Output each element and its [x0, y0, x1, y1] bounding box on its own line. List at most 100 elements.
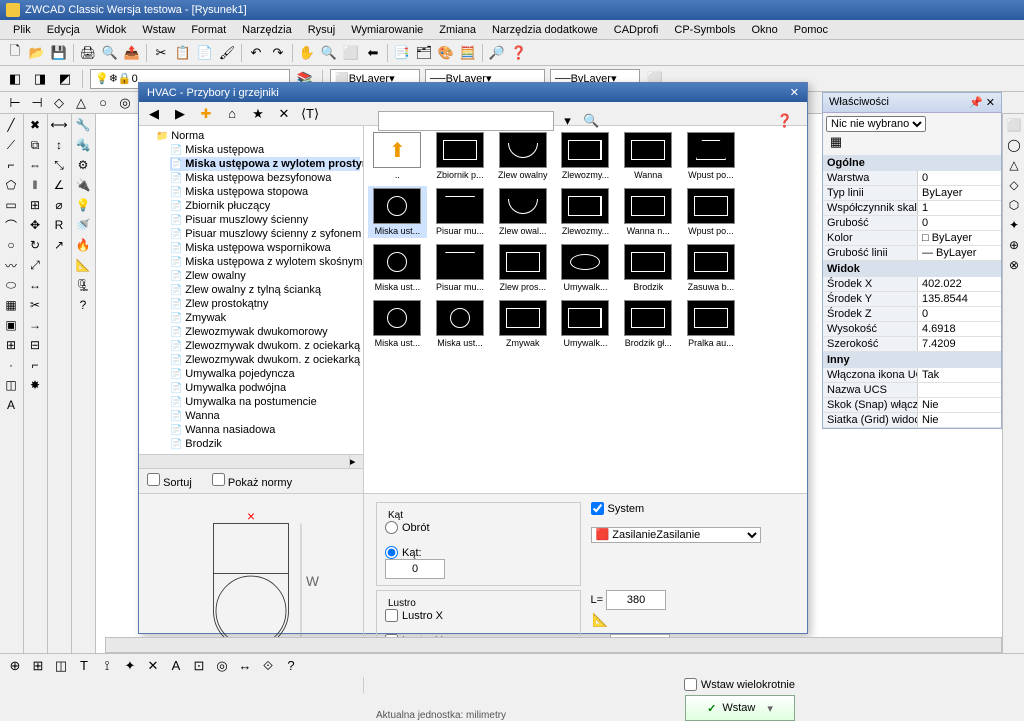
search-icon[interactable]: 🔍: [582, 111, 602, 131]
selection-dropdown[interactable]: Nic nie wybrano: [826, 116, 926, 132]
tree-item[interactable]: Zmywak: [170, 311, 360, 325]
spline-icon[interactable]: 〰: [2, 256, 20, 274]
tool-icon[interactable]: △: [1005, 156, 1023, 174]
property-row[interactable]: Skok (Snap) włączonyNie: [823, 398, 1001, 413]
text-icon[interactable]: ⟨T⟩: [300, 104, 320, 124]
tree-item[interactable]: Zlew prostokątny: [170, 297, 360, 311]
tree-item[interactable]: Zbiornik płuczący: [170, 199, 360, 213]
menu-item[interactable]: Widok: [88, 22, 135, 38]
menu-item[interactable]: Wymiarowanie: [343, 22, 431, 38]
thumbnail-item[interactable]: Miska ust...: [368, 242, 427, 294]
stretch-icon[interactable]: ↔: [26, 276, 44, 294]
pan-icon[interactable]: ✋: [297, 43, 317, 63]
dim-icon[interactable]: ⌀: [50, 196, 68, 214]
tree-item[interactable]: Zlewozmywak dwukomorowy: [170, 325, 360, 339]
save-icon[interactable]: 💾: [49, 43, 69, 63]
erase-icon[interactable]: ✖: [26, 116, 44, 134]
angle-input[interactable]: [385, 559, 445, 579]
mirror-icon[interactable]: ⇔: [26, 156, 44, 174]
pick-icon[interactable]: 📐: [591, 610, 611, 630]
break-icon[interactable]: ⊟: [26, 336, 44, 354]
tree-item[interactable]: Zlew owalny: [170, 269, 360, 283]
snap-icon[interactable]: ◇: [49, 93, 69, 113]
favorite-icon[interactable]: ★: [248, 104, 268, 124]
hatch-icon[interactable]: ▦: [2, 296, 20, 314]
point-icon[interactable]: ·: [2, 356, 20, 374]
property-row[interactable]: Typ liniiByLayer: [823, 186, 1001, 201]
cut-icon[interactable]: ✂: [151, 43, 171, 63]
layer-icon[interactable]: ◩: [55, 69, 75, 89]
dim-icon[interactable]: ⟷: [50, 116, 68, 134]
tool-icon[interactable]: ⬜: [1005, 116, 1023, 134]
status-icon[interactable]: ⊕: [5, 656, 25, 676]
property-row[interactable]: Środek X402.022: [823, 277, 1001, 292]
dim-icon[interactable]: ⤡: [50, 156, 68, 174]
polygon-icon[interactable]: ⬠: [2, 176, 20, 194]
menu-item[interactable]: Plik: [5, 22, 39, 38]
dim-icon[interactable]: ∠: [50, 176, 68, 194]
tree-folder[interactable]: Norma: [156, 129, 360, 143]
property-row[interactable]: Wysokość4.6918: [823, 322, 1001, 337]
thumbnail-item[interactable]: Wpust po...: [682, 186, 741, 238]
thumbnail-item[interactable]: Pisuar mu...: [431, 242, 490, 294]
show-norms-checkbox[interactable]: Pokaż normy: [212, 473, 292, 489]
rotate-icon[interactable]: ↻: [26, 236, 44, 254]
tree-item[interactable]: Zlewozmywak dwukom. z ociekarką: [170, 339, 360, 353]
status-icon[interactable]: ⊡: [189, 656, 209, 676]
tree-item[interactable]: Brodzik: [170, 437, 360, 451]
menu-item[interactable]: Wstaw: [134, 22, 183, 38]
dropdown-icon[interactable]: ▾: [558, 111, 578, 131]
paste-icon[interactable]: 📄: [195, 43, 215, 63]
line-icon[interactable]: ╱: [2, 116, 20, 134]
thumbnail-item[interactable]: Zlewozmy...: [556, 130, 615, 182]
help-icon[interactable]: ❓: [509, 43, 529, 63]
move-icon[interactable]: ✥: [26, 216, 44, 234]
cp-icon[interactable]: 🔌: [74, 176, 92, 194]
design-center-icon[interactable]: 🗂: [414, 43, 434, 63]
property-row[interactable]: Współczynnik skali1: [823, 201, 1001, 216]
new-icon[interactable]: 🗋: [5, 43, 25, 63]
block-icon[interactable]: ◫: [2, 376, 20, 394]
tree-item[interactable]: Umywalka na postumencie: [170, 395, 360, 409]
thumbnail-item[interactable]: ⬆..: [368, 130, 427, 182]
tree-item[interactable]: Miska ustępowa z wylotem skośnym: [170, 255, 360, 269]
tool-icon[interactable]: ◇: [1005, 176, 1023, 194]
delete-icon[interactable]: ✕: [274, 104, 294, 124]
array-icon[interactable]: ⊞: [26, 196, 44, 214]
pline-icon[interactable]: ⌐: [2, 156, 20, 174]
copy-icon[interactable]: ⧉: [26, 136, 44, 154]
cp-icon[interactable]: ?: [74, 296, 92, 314]
rect-icon[interactable]: ▭: [2, 196, 20, 214]
menu-item[interactable]: Edycja: [39, 22, 88, 38]
close-icon[interactable]: ✕: [790, 86, 799, 99]
thumbnail-item[interactable]: Pralka au...: [682, 298, 741, 350]
tree-item[interactable]: Pisuar muszlowy ścienny z syfonem: [170, 227, 360, 241]
thumbnail-item[interactable]: Umywalk...: [556, 242, 615, 294]
cp-icon[interactable]: ⚙: [74, 156, 92, 174]
pin-icon[interactable]: 📌 ✕: [969, 96, 995, 109]
category-tree[interactable]: Norma Miska ustępowaMiska ustępowa z wyl…: [139, 126, 363, 454]
insert-button[interactable]: Wstaw▾: [685, 695, 795, 721]
text-icon[interactable]: A: [2, 396, 20, 414]
ellipse-icon[interactable]: ⬭: [2, 276, 20, 294]
property-row[interactable]: Środek Z0: [823, 307, 1001, 322]
menu-item[interactable]: Okno: [744, 22, 786, 38]
horizontal-scrollbar[interactable]: [105, 637, 1002, 653]
tool-icon[interactable]: ⊕: [1005, 236, 1023, 254]
property-row[interactable]: Grubość linii— ByLayer: [823, 246, 1001, 261]
property-row[interactable]: Siatka (Grid) widocznaNie: [823, 413, 1001, 428]
status-icon[interactable]: ✦: [120, 656, 140, 676]
thumbnail-item[interactable]: Miska ust...: [431, 298, 490, 350]
status-icon[interactable]: ⟐: [258, 656, 278, 676]
status-icon[interactable]: ⊞: [28, 656, 48, 676]
thumbnail-item[interactable]: Zlewozmy...: [556, 186, 615, 238]
cp-icon[interactable]: 🔧: [74, 116, 92, 134]
nav-fwd-icon[interactable]: ▶: [170, 104, 190, 124]
property-row[interactable]: Włączona ikona UCSTak: [823, 368, 1001, 383]
mirror-x-checkbox[interactable]: Lustro X: [385, 609, 572, 622]
dim-icon[interactable]: ↕: [50, 136, 68, 154]
thumbnail-item[interactable]: Zbiornik p...: [431, 130, 490, 182]
menu-item[interactable]: Rysuj: [300, 22, 344, 38]
scale-icon[interactable]: ⤢: [26, 256, 44, 274]
cp-icon[interactable]: 🚿: [74, 216, 92, 234]
